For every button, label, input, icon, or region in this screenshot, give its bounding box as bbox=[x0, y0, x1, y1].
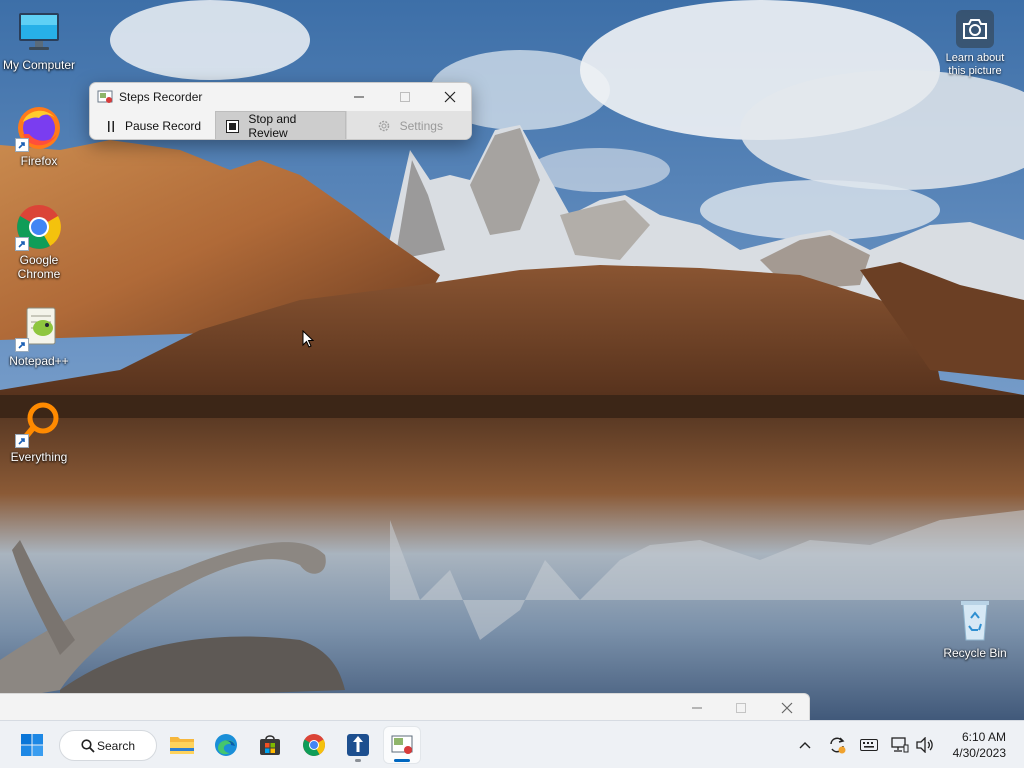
shortcut-arrow-icon bbox=[15, 237, 29, 251]
shortcut-arrow-icon bbox=[15, 138, 29, 152]
firefox-icon bbox=[15, 104, 63, 152]
folder-icon bbox=[170, 737, 194, 754]
chrome-icon bbox=[15, 203, 63, 251]
close-icon bbox=[781, 702, 793, 713]
stop-icon bbox=[226, 119, 240, 133]
desktop-icon-firefox[interactable]: Firefox bbox=[0, 104, 78, 168]
background-window-titlebar[interactable] bbox=[0, 693, 810, 720]
keyboard-icon bbox=[860, 739, 878, 751]
recycle-bin-icon bbox=[951, 596, 999, 644]
desktop-icon-label: Google Chrome bbox=[17, 253, 61, 281]
app-icon bbox=[347, 734, 369, 756]
search-icon bbox=[81, 739, 95, 753]
system-clock[interactable]: 6:10 AM 4/30/2023 bbox=[953, 729, 1006, 761]
taskbar-search[interactable]: Search bbox=[59, 730, 157, 761]
desktop-icon-label: Recycle Bin bbox=[943, 646, 1007, 660]
minimize-icon bbox=[692, 707, 702, 708]
desktop-icon-label: Firefox bbox=[20, 154, 58, 168]
edge-icon bbox=[215, 734, 237, 756]
learn-about-picture[interactable]: Learn about this picture bbox=[938, 10, 1012, 78]
maximize-button[interactable] bbox=[382, 83, 428, 111]
title-bar[interactable]: Steps Recorder bbox=[90, 83, 471, 111]
search-label: Search bbox=[97, 738, 136, 753]
camera-icon bbox=[956, 10, 994, 48]
desktop-icon-label: Everything bbox=[10, 450, 68, 464]
clock-time: 6:10 AM bbox=[961, 730, 1006, 744]
shortcut-arrow-icon bbox=[15, 434, 29, 448]
stop-and-review-button[interactable]: Stop and Review bbox=[215, 111, 346, 140]
taskbar-edge[interactable] bbox=[208, 727, 244, 763]
gear-icon bbox=[377, 119, 391, 133]
settings-button[interactable]: Settings bbox=[345, 111, 471, 139]
chevron-up-icon bbox=[799, 742, 811, 749]
chrome-icon bbox=[303, 734, 325, 756]
running-indicator bbox=[355, 759, 361, 762]
window-title: Steps Recorder bbox=[119, 90, 203, 104]
show-hidden-icons-button[interactable] bbox=[794, 734, 816, 756]
desktop-icon-label: Notepad++ bbox=[9, 354, 69, 368]
maximize-button[interactable] bbox=[718, 694, 764, 721]
speaker-icon bbox=[916, 737, 933, 753]
steps-recorder-icon bbox=[391, 735, 413, 754]
taskbar-microsoft-store[interactable] bbox=[252, 727, 288, 763]
close-button[interactable] bbox=[427, 83, 471, 111]
active-indicator bbox=[394, 759, 410, 762]
steps-recorder-window: Steps Recorder Pause Record Stop and Rev… bbox=[89, 82, 472, 140]
taskbar-file-explorer[interactable] bbox=[164, 727, 200, 763]
taskbar-app[interactable] bbox=[340, 727, 376, 763]
start-button[interactable] bbox=[14, 727, 50, 763]
taskbar-chrome[interactable] bbox=[296, 727, 332, 763]
notepad-plus-plus-icon bbox=[15, 304, 63, 352]
stop-and-review-label: Stop and Review bbox=[248, 112, 297, 140]
tray-sync[interactable] bbox=[826, 734, 848, 756]
maximize-icon bbox=[736, 702, 746, 713]
desktop-icon-google-chrome[interactable]: Google Chrome bbox=[0, 203, 78, 281]
sync-icon bbox=[830, 737, 846, 754]
pause-icon bbox=[106, 120, 116, 132]
taskbar-steps-recorder[interactable] bbox=[384, 727, 420, 763]
store-icon bbox=[260, 735, 280, 755]
steps-recorder-app-icon bbox=[97, 89, 113, 105]
settings-label: Settings bbox=[399, 119, 443, 133]
windows-start-icon bbox=[21, 734, 43, 756]
minimize-icon bbox=[354, 96, 364, 98]
minimize-button[interactable] bbox=[674, 694, 720, 721]
monitor-icon bbox=[15, 8, 63, 56]
tray-network[interactable] bbox=[889, 734, 911, 756]
desktop-icon-notepad-plus-plus[interactable]: Notepad++ bbox=[0, 304, 78, 368]
desktop-icon-my-computer[interactable]: My Computer bbox=[0, 8, 78, 72]
clock-date: 4/30/2023 bbox=[952, 746, 1006, 760]
pause-record-label: Pause Record bbox=[125, 119, 202, 133]
learn-about-picture-label: Learn about this picture bbox=[945, 52, 1005, 77]
recorder-toolbar: Pause Record Stop and Review Settings bbox=[90, 111, 471, 140]
taskbar: Search 6:10 AM 4/30/2023 bbox=[0, 720, 1024, 768]
close-button[interactable] bbox=[764, 694, 810, 721]
tray-keyboard[interactable] bbox=[858, 734, 880, 756]
desktop-icon-label: My Computer bbox=[2, 58, 76, 72]
mouse-cursor-icon bbox=[302, 329, 315, 351]
minimize-button[interactable] bbox=[336, 83, 382, 111]
everything-search-icon bbox=[15, 400, 63, 448]
pause-record-button[interactable]: Pause Record bbox=[90, 111, 215, 139]
desktop-icon-recycle-bin[interactable]: Recycle Bin bbox=[936, 596, 1014, 660]
maximize-icon bbox=[400, 92, 410, 102]
shortcut-arrow-icon bbox=[15, 338, 29, 352]
close-icon bbox=[444, 91, 456, 103]
tray-volume[interactable] bbox=[914, 734, 936, 756]
desktop-icon-everything[interactable]: Everything bbox=[0, 400, 78, 464]
network-icon bbox=[891, 737, 909, 753]
